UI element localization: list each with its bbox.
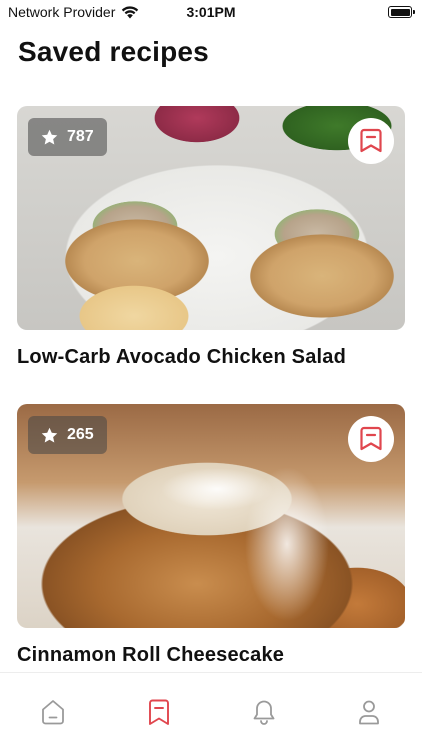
bottom-nav (0, 672, 422, 750)
bookmark-button[interactable] (348, 118, 394, 164)
rating-value: 787 (67, 128, 94, 145)
bookmark-icon (360, 426, 382, 451)
star-icon (41, 129, 58, 145)
rating-badge: 787 (28, 118, 107, 156)
recipe-title[interactable]: Cinnamon Roll Cheesecake (17, 644, 405, 667)
bookmark-icon (360, 128, 382, 153)
nav-profile[interactable] (349, 695, 389, 729)
avocado-chicken-salad-photo[interactable]: 787 (17, 106, 405, 330)
recipe-card[interactable]: 787 Low-Carb Avocado Chicken Salad (17, 106, 405, 369)
recipe-title[interactable]: Low-Carb Avocado Chicken Salad (17, 346, 405, 369)
rating-badge: 265 (28, 416, 107, 454)
bookmark-icon (149, 699, 169, 725)
star-icon (41, 427, 58, 443)
nav-saved[interactable] (139, 695, 179, 729)
battery-icon (388, 6, 415, 18)
home-icon (42, 700, 64, 725)
cinnamon-roll-cheesecake-photo[interactable]: 265 (17, 404, 405, 628)
recipe-card[interactable]: 265 Cinnamon Roll Cheesecake (17, 404, 405, 667)
nav-notifications[interactable] (244, 695, 284, 729)
status-time: 3:01PM (186, 4, 236, 20)
status-bar: Network Provider 3:01PM (0, 0, 422, 26)
rating-value: 265 (67, 426, 94, 443)
page-title: Saved recipes (18, 36, 209, 67)
nav-home[interactable] (33, 695, 73, 729)
profile-icon (359, 700, 379, 725)
bookmark-button[interactable] (348, 416, 394, 462)
bell-icon (253, 700, 275, 725)
